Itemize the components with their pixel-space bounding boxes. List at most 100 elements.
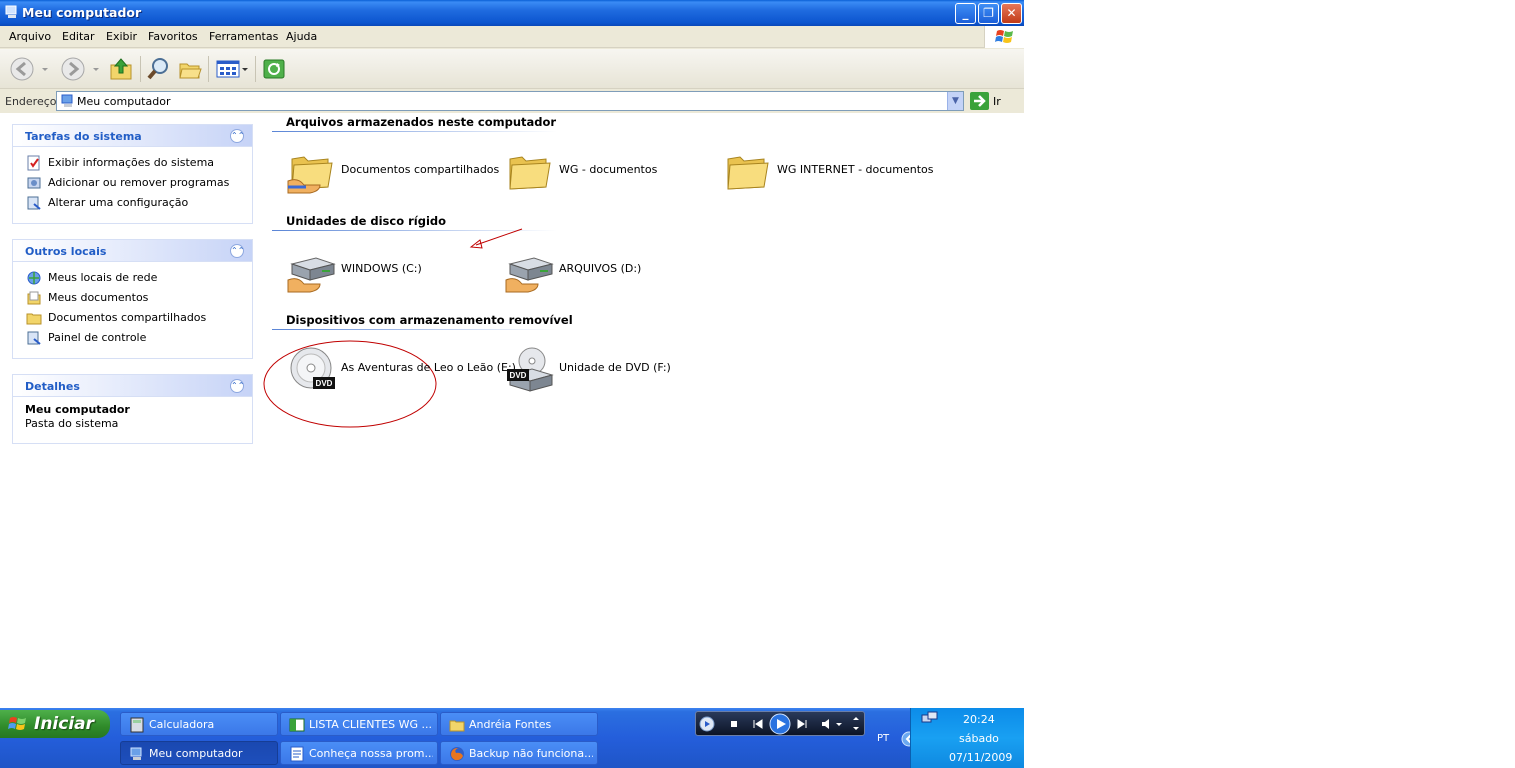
- sidebar-item-change-setting[interactable]: Alterar uma configuração: [13, 193, 252, 213]
- task-conheca-nossa-prom[interactable]: Conheça nossa prom...: [280, 741, 438, 765]
- views-icon[interactable]: [214, 55, 250, 83]
- minimize-button[interactable]: _: [955, 3, 976, 24]
- menu-ajuda[interactable]: Ajuda: [286, 30, 317, 43]
- language-indicator[interactable]: PT: [877, 733, 889, 744]
- panel-title: Tarefas do sistema: [25, 130, 142, 143]
- panel-title: Outros locais: [25, 245, 107, 258]
- sidebar-item-add-remove[interactable]: Adicionar ou remover programas: [13, 173, 252, 193]
- group-divider: [272, 131, 557, 132]
- details-name: Meu computador: [25, 403, 130, 416]
- sidebar-item-shared-documents[interactable]: Documentos compartilhados: [13, 308, 252, 328]
- sidebar-item-control-panel[interactable]: Painel de controle: [13, 328, 252, 348]
- folders-icon[interactable]: [177, 55, 203, 83]
- sync-icon[interactable]: [261, 55, 287, 83]
- panel-header[interactable]: Tarefas do sistema ⌃⌃: [13, 125, 252, 147]
- collapse-icon[interactable]: ⌃⌃: [230, 244, 244, 258]
- panel-body: Meus locais de rede Meus documentos Docu…: [13, 262, 252, 354]
- address-label: Endereço: [5, 95, 57, 108]
- menu-ferramentas[interactable]: Ferramentas: [209, 30, 278, 43]
- task-backup-nao-funciona[interactable]: Backup não funciona...: [440, 741, 598, 765]
- content-area: Tarefas do sistema ⌃⌃ Exibir informações…: [0, 113, 1024, 708]
- system-tasks-panel: Tarefas do sistema ⌃⌃ Exibir informações…: [12, 124, 253, 224]
- close-button[interactable]: ✕: [1001, 3, 1022, 24]
- task-label: Calculadora: [149, 718, 215, 731]
- task-calculadora[interactable]: Calculadora: [120, 712, 278, 736]
- control-panel-icon: [27, 331, 41, 345]
- control-panel-icon: [27, 196, 41, 210]
- folder-icon: [26, 313, 42, 325]
- item-label: WG INTERNET - documentos: [777, 163, 934, 176]
- sidebar-item-label: Exibir informações do sistema: [48, 156, 215, 169]
- task-label: Backup não funciona...: [469, 747, 593, 760]
- toolbar: [0, 49, 1024, 89]
- dvd-drive-icon: DVD: [507, 347, 554, 392]
- svg-text:DVD: DVD: [510, 371, 527, 380]
- menu-favoritos[interactable]: Favoritos: [148, 30, 198, 43]
- task-andreia-fontes[interactable]: Andréia Fontes: [440, 712, 598, 736]
- hard-drive-shared-icon: [287, 257, 336, 293]
- title-bar[interactable]: Meu computador _ ❐ ✕: [0, 0, 1024, 26]
- start-button[interactable]: Iniciar: [0, 710, 110, 738]
- stop-icon: [731, 721, 737, 727]
- red-arrow-annotation: [469, 228, 523, 249]
- item-label: ARQUIVOS (D:): [559, 262, 642, 275]
- panel-body: Exibir informações do sistema Adicionar …: [13, 147, 252, 219]
- group-header: Unidades de disco rígido: [286, 214, 447, 228]
- sidebar-item-my-documents[interactable]: Meus documentos: [13, 288, 252, 308]
- forward-button[interactable]: [59, 55, 101, 83]
- windows-flag-icon: [8, 717, 26, 730]
- collapse-icon[interactable]: ⌃⌃: [230, 379, 244, 393]
- item-label: As Aventuras de Leo o Leão (E:): [341, 361, 516, 374]
- sidebar-item-system-info[interactable]: Exibir informações do sistema: [13, 153, 252, 173]
- search-icon[interactable]: [145, 55, 171, 83]
- task-label: Andréia Fontes: [469, 718, 552, 731]
- address-value: Meu computador: [77, 95, 171, 108]
- item-dvd-f[interactable]: DVD Unidade de DVD (F:): [504, 345, 684, 395]
- toolbar-separator: [140, 56, 141, 82]
- shared-folder-icon: [287, 156, 333, 194]
- panel-header[interactable]: Outros locais ⌃⌃: [13, 240, 252, 262]
- folder-icon: [449, 720, 465, 732]
- item-drive-c[interactable]: WINDOWS (C:): [286, 246, 456, 296]
- address-bar: Endereço Meu computador ▼ Ir: [0, 90, 1024, 112]
- sidebar-item-label: Documentos compartilhados: [48, 311, 207, 324]
- item-drive-d[interactable]: ARQUIVOS (D:): [504, 246, 674, 296]
- menu-exibir[interactable]: Exibir: [106, 30, 137, 43]
- group-header: Arquivos armazenados neste computador: [286, 115, 557, 129]
- folder-up-icon[interactable]: [108, 55, 134, 83]
- my-computer-icon: [130, 747, 142, 760]
- task-meu-computador[interactable]: Meu computador: [120, 741, 278, 765]
- back-button[interactable]: [8, 55, 50, 83]
- item-dvd-e[interactable]: DVD As Aventuras de Leo o Leão (E:): [286, 345, 516, 395]
- item-label: WG - documentos: [559, 163, 658, 176]
- add-remove-icon: [27, 177, 41, 189]
- sidebar-item-label: Meus locais de rede: [48, 271, 158, 284]
- media-controls: [699, 713, 859, 735]
- network-tray-icon[interactable]: [921, 711, 939, 727]
- previous-icon: [753, 719, 763, 729]
- start-label: Iniciar: [34, 714, 95, 734]
- menu-editar[interactable]: Editar: [62, 30, 95, 43]
- clock-day: sábado: [959, 732, 999, 745]
- hard-drive-shared-icon: [505, 257, 554, 293]
- folder-icon: [727, 156, 769, 190]
- group-divider: [272, 329, 557, 330]
- system-tray: 20:24 sábado 07/11/2009: [910, 708, 1024, 768]
- collapse-icon[interactable]: ⌃⌃: [230, 129, 244, 143]
- menu-arquivo[interactable]: Arquivo: [9, 30, 51, 43]
- task-label: Conheça nossa prom...: [309, 747, 433, 760]
- item-wg-internet-documentos[interactable]: WG INTERNET - documentos: [722, 147, 942, 197]
- address-field[interactable]: Meu computador ▼: [56, 91, 964, 111]
- clock-time[interactable]: 20:24: [963, 713, 995, 726]
- svg-text:DVD: DVD: [316, 379, 333, 388]
- item-wg-documentos[interactable]: WG - documentos: [504, 147, 704, 197]
- item-shared-documents[interactable]: Documentos compartilhados: [286, 147, 499, 197]
- task-lista-clientes[interactable]: LISTA CLIENTES WG ...: [280, 712, 438, 736]
- panel-header[interactable]: Detalhes ⌃⌃: [13, 375, 252, 397]
- sidebar-item-network[interactable]: Meus locais de rede: [13, 268, 252, 288]
- calculator-icon: [130, 717, 144, 733]
- chevron-down-icon[interactable]: ▼: [947, 92, 963, 110]
- document-icon: [290, 746, 304, 762]
- restore-button[interactable]: ❐: [978, 3, 999, 24]
- task-label: Meu computador: [149, 747, 243, 760]
